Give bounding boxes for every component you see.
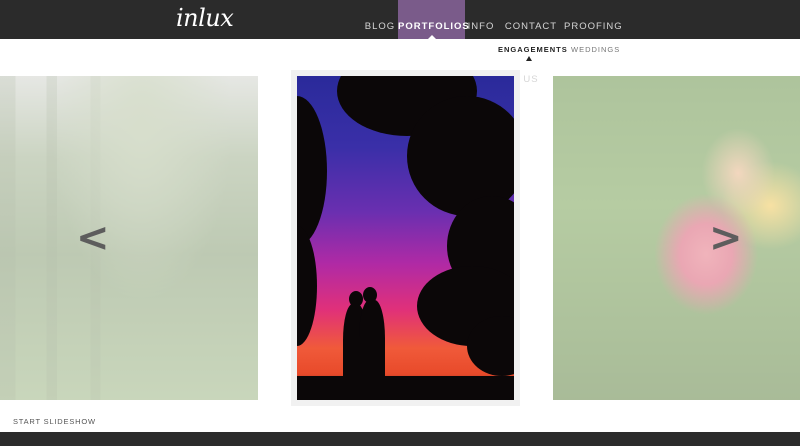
- subnav-engagements[interactable]: ENGAGEMENTS: [498, 45, 568, 54]
- previous-arrow-icon[interactable]: <: [76, 218, 110, 258]
- current-photo[interactable]: [297, 76, 514, 400]
- nav-item-info[interactable]: INFO: [465, 0, 497, 39]
- nav-item-portfolios[interactable]: PORTFOLIOS: [398, 0, 469, 39]
- next-photo[interactable]: [553, 76, 800, 400]
- next-arrow-icon[interactable]: >: [709, 218, 743, 258]
- nav-item-contact-us[interactable]: CONTACT US: [497, 0, 565, 85]
- previous-photo[interactable]: [0, 76, 258, 400]
- footer-bar: [0, 432, 800, 446]
- nav-item-label: PORTFOLIOS: [398, 21, 470, 32]
- subnav-weddings[interactable]: WEDDINGS: [571, 45, 620, 54]
- site-logo[interactable]: inlux: [176, 4, 234, 32]
- active-caret-icon: [427, 35, 436, 39]
- nav-item-blog[interactable]: BLOG: [361, 0, 399, 39]
- nav-item-proofing[interactable]: PROOFING: [564, 0, 622, 39]
- subnav-caret-icon: [526, 56, 532, 61]
- start-slideshow-link[interactable]: START SLIDESHOW: [13, 417, 96, 426]
- top-navigation-bar: inlux BLOG PORTFOLIOS INFO CONTACT US PR…: [0, 0, 800, 85]
